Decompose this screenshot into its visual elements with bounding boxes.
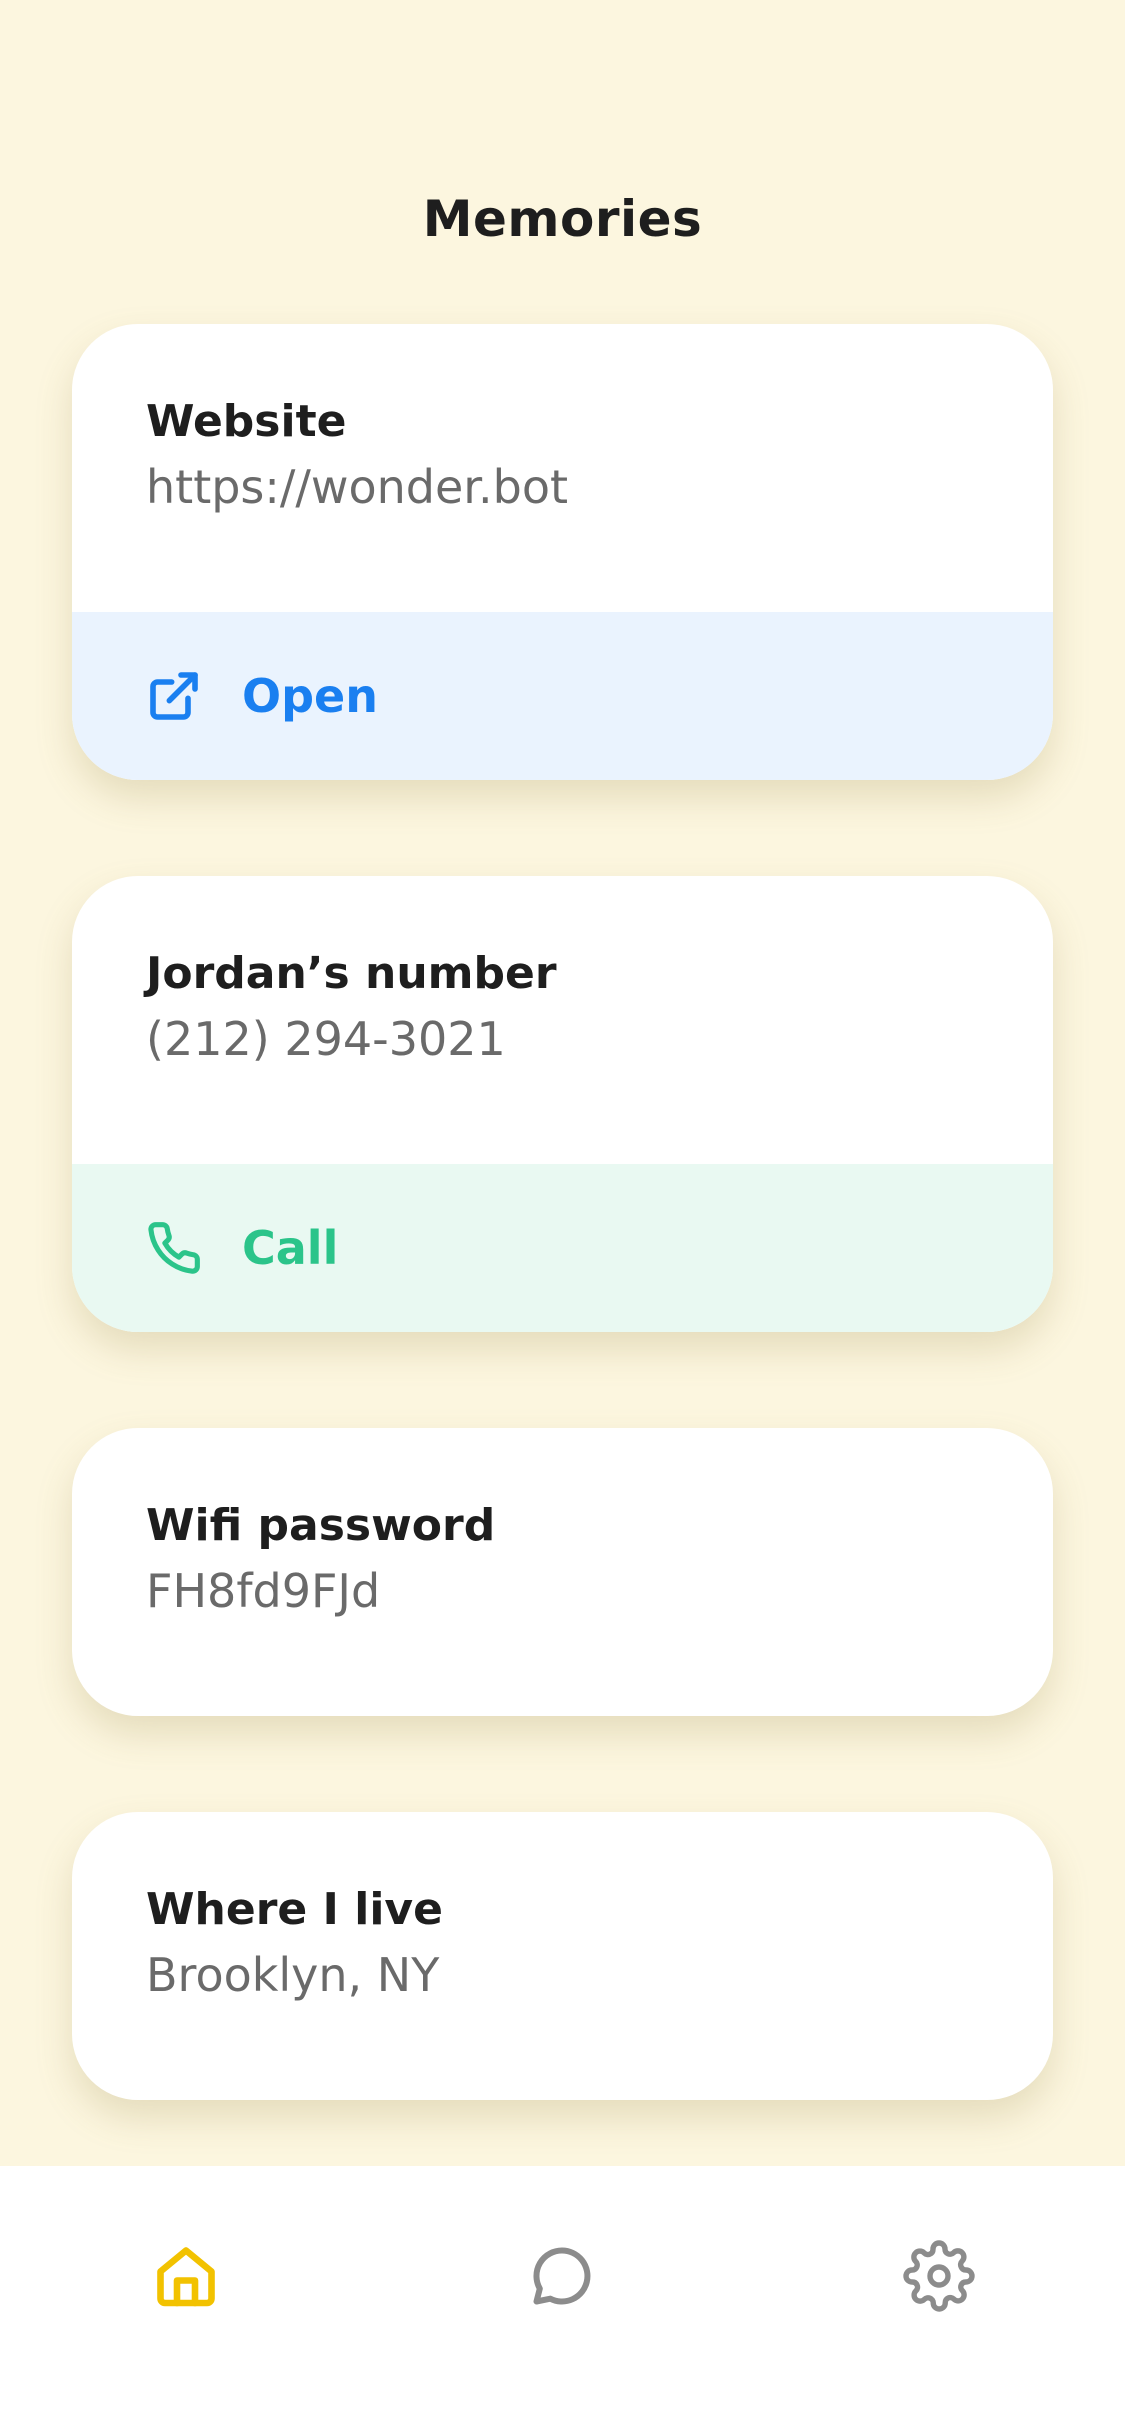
memory-value: FH8fd9FJd (146, 1564, 381, 1618)
chat-bubble-icon (526, 2240, 598, 2316)
memory-label: Where I live (146, 1884, 443, 1935)
tab-home[interactable] (126, 2218, 246, 2338)
tab-chat[interactable] (502, 2218, 622, 2338)
home-icon (150, 2240, 222, 2316)
open-button-label: Open (242, 669, 378, 723)
call-button[interactable]: Call (72, 1164, 1053, 1332)
memory-value: (212) 294-3021 (146, 1012, 506, 1066)
memory-card-website[interactable]: Website https://wonder.bot Open (72, 324, 1053, 780)
memory-card-wifi[interactable]: Wifi password FH8fd9FJd (72, 1428, 1053, 1716)
memory-card-phone[interactable]: Jordan’s number (212) 294-3021 Call (72, 876, 1053, 1332)
memory-card-body: Where I live Brooklyn, NY (72, 1812, 1053, 2100)
memory-card-address[interactable]: Where I live Brooklyn, NY (72, 1812, 1053, 2100)
memory-label: Wifi password (146, 1500, 496, 1551)
memory-value: Brooklyn, NY (146, 1948, 440, 2002)
memory-card-body: Jordan’s number (212) 294-3021 (72, 876, 1053, 1164)
phone-icon (146, 1220, 202, 1276)
memory-label: Jordan’s number (146, 948, 557, 999)
memory-value: https://wonder.bot (146, 460, 568, 514)
tab-bar (0, 2166, 1125, 2436)
page-title: Memories (422, 190, 703, 248)
memory-label: Website (146, 396, 347, 447)
open-button[interactable]: Open (72, 612, 1053, 780)
call-button-label: Call (242, 1221, 339, 1275)
tab-settings[interactable] (879, 2218, 999, 2338)
external-link-icon (146, 668, 202, 724)
memory-card-body: Website https://wonder.bot (72, 324, 1053, 612)
memory-card-body: Wifi password FH8fd9FJd (72, 1428, 1053, 1716)
gear-icon (903, 2240, 975, 2316)
